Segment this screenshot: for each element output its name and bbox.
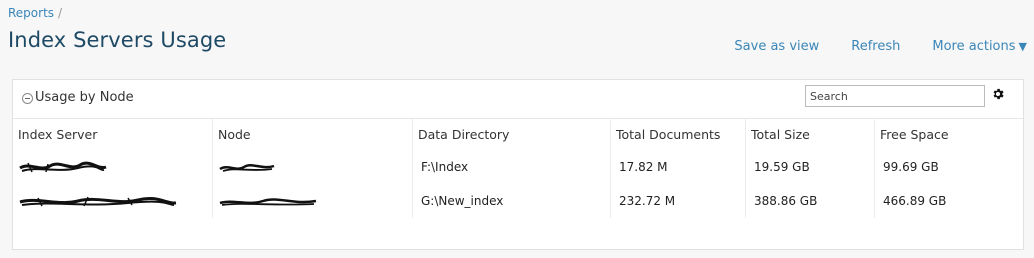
data-directory-cell: G:\New_index <box>412 184 610 218</box>
usage-table: Index Server Node Data Directory Total D… <box>13 118 1023 218</box>
column-header-total-documents[interactable]: Total Documents <box>610 118 745 150</box>
table-header-row: Index Server Node Data Directory Total D… <box>13 118 1023 150</box>
redacted-scribble <box>219 164 275 172</box>
redacted-scribble <box>19 196 177 207</box>
refresh-link[interactable]: Refresh <box>851 39 900 54</box>
panel-header: Usage by Node <box>13 80 1023 119</box>
redacted-scribble <box>19 161 107 173</box>
column-header-index-server[interactable]: Index Server <box>13 118 212 150</box>
gear-icon[interactable] <box>991 87 1005 101</box>
page-actions: Save as view Refresh More actions ▼ <box>734 39 1027 54</box>
node-cell-redacted <box>212 150 412 184</box>
total-size-cell: 19.59 GB <box>745 150 874 184</box>
breadcrumb-reports-link[interactable]: Reports <box>8 6 54 20</box>
table-row[interactable]: F:\Index 17.82 M 19.59 GB 99.69 GB <box>13 150 1023 184</box>
node-cell-redacted <box>212 184 412 218</box>
index-server-cell-redacted <box>13 184 212 218</box>
more-actions-label: More actions <box>932 39 1016 54</box>
usage-by-node-panel: Usage by Node Index Server Node Data Dir… <box>12 79 1024 250</box>
column-header-free-space[interactable]: Free Space <box>874 118 1025 150</box>
total-documents-cell: 17.82 M <box>610 150 745 184</box>
data-directory-cell: F:\Index <box>412 150 610 184</box>
total-documents-cell: 232.72 M <box>610 184 745 218</box>
search-input[interactable] <box>805 85 985 107</box>
column-header-data-directory[interactable]: Data Directory <box>412 118 610 150</box>
index-server-cell-redacted <box>13 150 212 184</box>
total-size-cell: 388.86 GB <box>745 184 874 218</box>
column-header-node[interactable]: Node <box>212 118 412 150</box>
caret-down-icon: ▼ <box>1018 40 1027 53</box>
page-title: Index Servers Usage <box>8 28 227 52</box>
table-row[interactable]: G:\New_index 232.72 M 388.86 GB 466.89 G… <box>13 184 1023 218</box>
more-actions-menu[interactable]: More actions ▼ <box>932 39 1027 54</box>
breadcrumb-separator: / <box>58 6 63 20</box>
breadcrumb: Reports / <box>8 6 62 20</box>
column-header-total-size[interactable]: Total Size <box>745 118 874 150</box>
save-as-view-link[interactable]: Save as view <box>734 39 819 54</box>
panel-title: Usage by Node <box>35 90 134 105</box>
free-space-cell: 99.69 GB <box>874 150 1025 184</box>
minus-circle-icon[interactable] <box>22 93 33 104</box>
redacted-scribble <box>219 198 317 206</box>
free-space-cell: 466.89 GB <box>874 184 1025 218</box>
